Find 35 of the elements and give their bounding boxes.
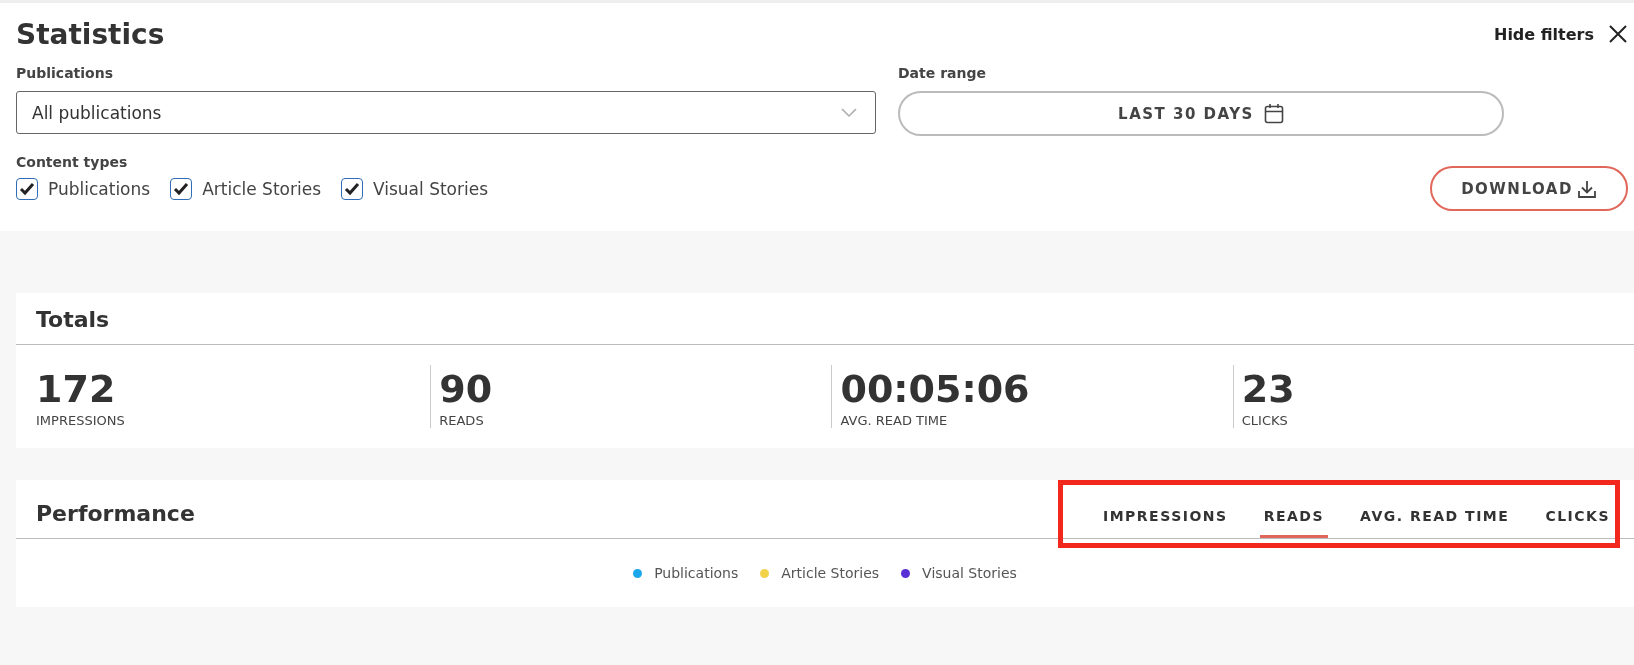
metric-tab[interactable]: IMPRESSIONS (1098, 508, 1232, 538)
checkbox[interactable] (16, 178, 38, 200)
stat-value: 23 (1241, 366, 1296, 413)
field-label: Content types (16, 154, 129, 170)
stat-value: 90 (439, 366, 494, 413)
legend-label: Publications (654, 565, 739, 581)
checkbox[interactable] (170, 178, 193, 200)
download-button[interactable]: DOWNLOAD (1430, 166, 1628, 211)
stat-label: IMPRESSIONS (36, 413, 126, 428)
checkbox-label: Article Stories (202, 179, 321, 199)
calendar-icon (1263, 103, 1284, 124)
stat-label: READS (439, 413, 485, 428)
card-title: Performance (35, 501, 196, 528)
metric-tab[interactable]: CLICKS (1541, 508, 1614, 538)
field-label: Date range (898, 65, 987, 81)
close-icon (1608, 24, 1628, 44)
checkbox-label: Visual Stories (373, 179, 489, 199)
publications-dropdown[interactable]: All publications (16, 91, 876, 134)
hide-filters-button[interactable]: Hide filters (1494, 24, 1628, 44)
legend-label: Article Stories (781, 565, 880, 581)
chevron-down-icon (841, 107, 857, 118)
checkbox[interactable] (341, 178, 363, 200)
stat-label: CLICKS (1241, 413, 1289, 428)
legend-label: Visual Stories (922, 565, 1017, 581)
card-title: Totals (16, 293, 1634, 345)
checkbox-label: Publications (48, 179, 151, 199)
download-icon (1576, 178, 1597, 199)
page-title: Statistics (16, 17, 165, 51)
metric-tab[interactable]: AVG. READ TIME (1356, 508, 1514, 538)
metric-tab[interactable]: READS (1259, 508, 1329, 538)
stat-value: 00:05:06 (840, 366, 1031, 413)
date-range-button[interactable]: LAST 30 DAYS (898, 91, 1504, 136)
field-label: Publications (16, 65, 114, 81)
stat-label: AVG. READ TIME (840, 413, 949, 428)
stat-value: 172 (36, 366, 117, 413)
